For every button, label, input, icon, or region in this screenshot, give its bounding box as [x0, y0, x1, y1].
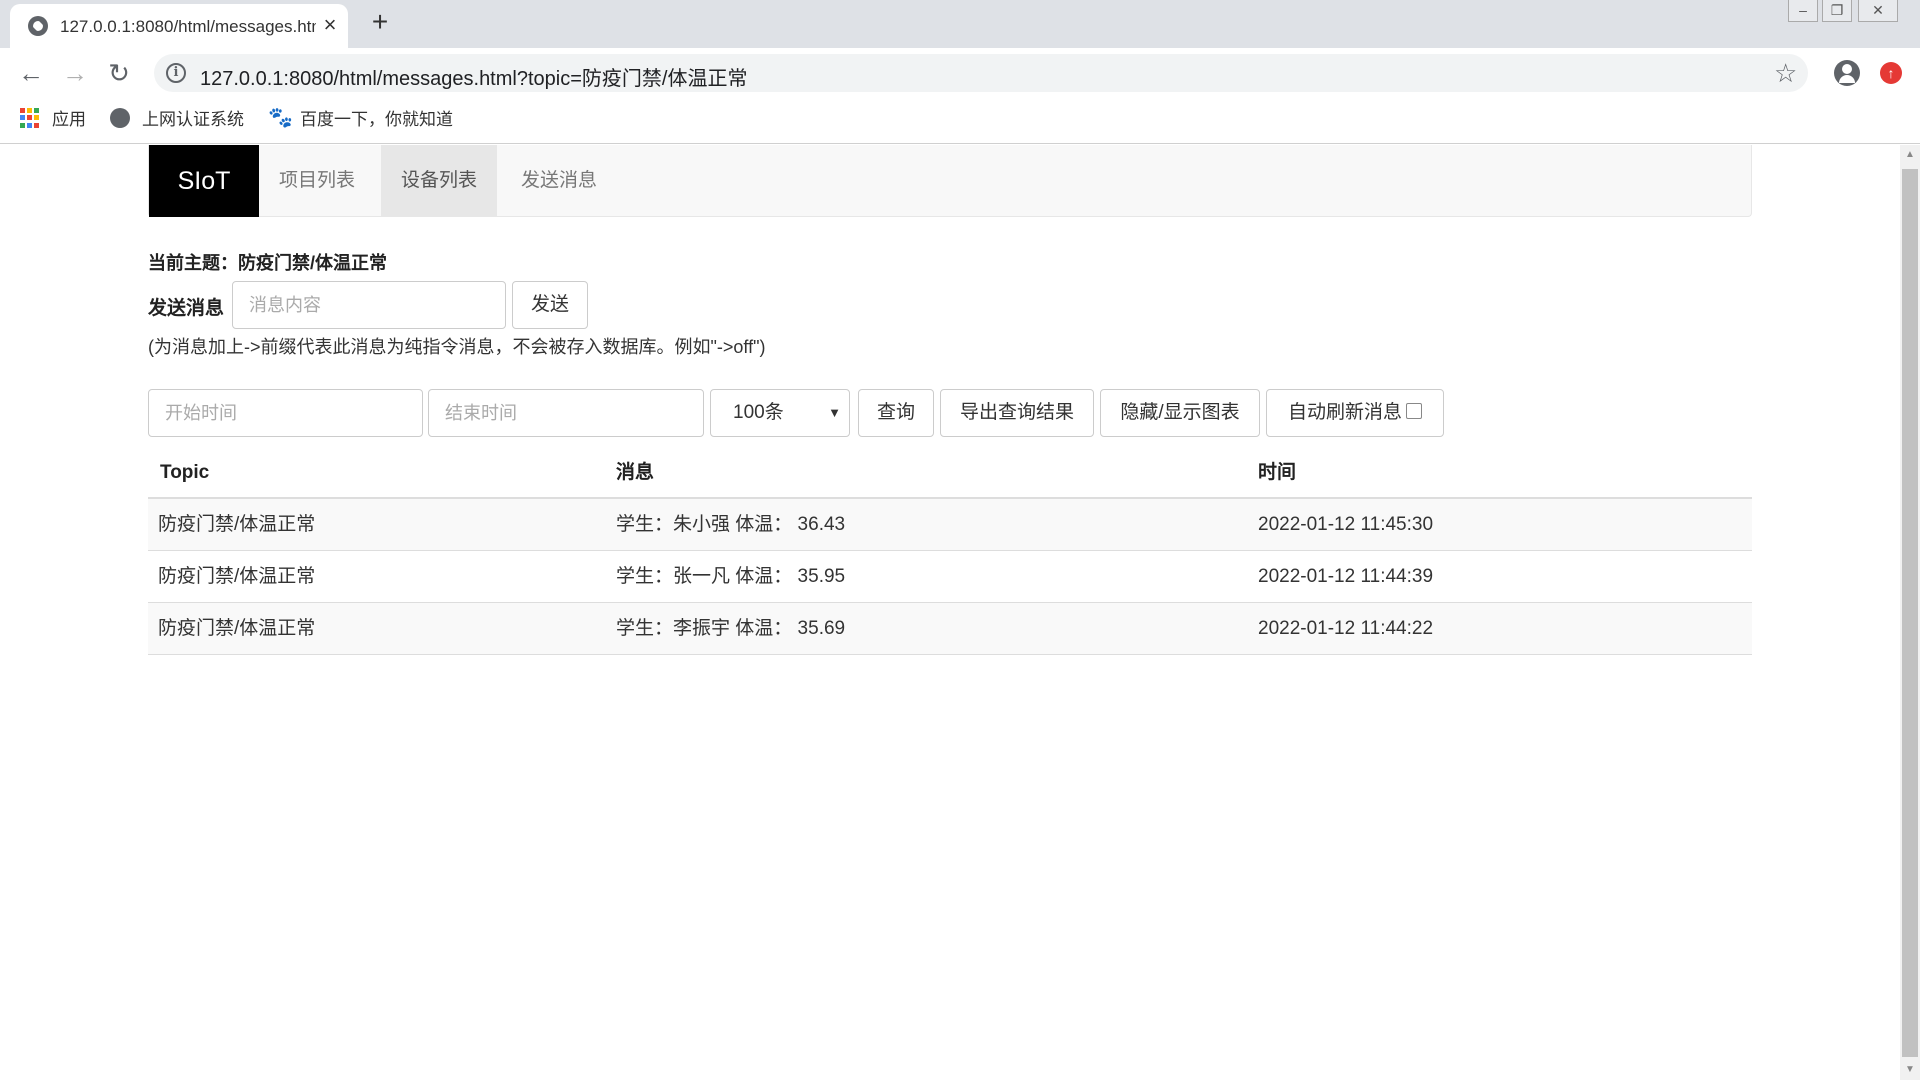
dropdown-arrow-icon: ▼	[828, 405, 841, 420]
close-tab-icon[interactable]: ×	[318, 13, 342, 37]
cell-message: 学生：张一凡 体温： 35.95	[616, 566, 846, 587]
bookmark-baidu[interactable]: 百度一下，你就知道	[300, 108, 453, 132]
browser-tab[interactable]: 127.0.0.1:8080/html/messages.html ×	[10, 4, 348, 48]
reload-icon[interactable]: ↻	[104, 58, 134, 88]
bookmark-star-icon[interactable]: ☆	[1774, 59, 1797, 87]
column-header-topic[interactable]: Topic	[160, 447, 209, 499]
nav-item-send-message[interactable]: 发送消息	[501, 145, 617, 217]
limit-select-value: 100条	[733, 402, 784, 423]
table-row[interactable]: 防疫门禁/体温正常 学生：朱小强 体温： 36.43 2022-01-12 11…	[148, 499, 1752, 551]
bookmark-apps[interactable]: 应用	[52, 108, 86, 132]
start-time-input[interactable]	[148, 389, 423, 437]
messages-table: Topic 消息 时间 防疫门禁/体温正常 学生：朱小强 体温： 36.43 2…	[148, 447, 1752, 655]
globe-icon	[110, 108, 130, 128]
end-time-input[interactable]	[428, 389, 704, 437]
send-button[interactable]: 发送	[512, 281, 588, 329]
auto-refresh-label: 自动刷新消息	[1287, 402, 1402, 423]
cell-message: 学生：朱小强 体温： 36.43	[616, 514, 846, 535]
send-hint: (为消息加上->前缀代表此消息为纯指令消息，不会被存入数据库。例如"->off"…	[148, 337, 766, 357]
bookmarks-bar: 应用 上网认证系统 🐾 百度一下，你就知道	[0, 98, 1920, 144]
address-bar[interactable]: i 127.0.0.1:8080/html/messages.html?topi…	[154, 54, 1808, 92]
query-button[interactable]: 查询	[858, 389, 934, 437]
column-header-time[interactable]: 时间	[1258, 447, 1296, 499]
auto-refresh-checkbox[interactable]	[1406, 403, 1422, 419]
cell-time: 2022-01-12 11:44:39	[1258, 566, 1434, 587]
cell-message: 学生：李振宇 体温： 35.69	[616, 618, 846, 639]
page-scrollbar[interactable]: ▲ ▼	[1900, 145, 1920, 1080]
table-row[interactable]: 防疫门禁/体温正常 学生：张一凡 体温： 35.95 2022-01-12 11…	[148, 551, 1752, 603]
url-text[interactable]: 127.0.0.1:8080/html/messages.html?topic=…	[200, 62, 747, 91]
back-arrow-icon[interactable]: ←	[16, 58, 46, 88]
site-navbar: SIoT 项目列表 设备列表 发送消息	[148, 145, 1752, 217]
table-header: Topic 消息 时间	[148, 447, 1752, 499]
brand-logo[interactable]: SIoT	[149, 145, 259, 217]
browser-toolbar: ← → ↻ i 127.0.0.1:8080/html/messages.htm…	[0, 48, 1920, 98]
minimize-window-icon[interactable]: –	[1788, 0, 1818, 22]
cell-time: 2022-01-12 11:45:30	[1258, 514, 1434, 535]
scroll-up-arrow-icon[interactable]: ▲	[1900, 145, 1920, 165]
site-favicon-icon	[28, 16, 48, 36]
auto-refresh-toggle[interactable]: 自动刷新消息	[1266, 389, 1444, 437]
nav-item-devices[interactable]: 设备列表	[381, 145, 498, 217]
forward-arrow-icon[interactable]: →	[60, 58, 90, 88]
update-badge-icon[interactable]: ↑	[1880, 62, 1902, 84]
message-content-input[interactable]	[232, 281, 506, 329]
cell-topic: 防疫门禁/体温正常	[158, 618, 316, 639]
nav-item-projects[interactable]: 项目列表	[259, 145, 375, 217]
restore-window-icon[interactable]: ❐	[1822, 0, 1852, 22]
cell-time: 2022-01-12 11:44:22	[1258, 618, 1434, 639]
baidu-paw-icon: 🐾	[268, 107, 293, 129]
cell-topic: 防疫门禁/体温正常	[158, 514, 316, 535]
scrollbar-thumb[interactable]	[1902, 169, 1918, 1057]
table-row[interactable]: 防疫门禁/体温正常 学生：李振宇 体温： 35.69 2022-01-12 11…	[148, 603, 1752, 655]
cell-topic: 防疫门禁/体温正常	[158, 566, 316, 587]
toggle-chart-button[interactable]: 隐藏/显示图表	[1100, 389, 1260, 437]
page-content: SIoT 项目列表 设备列表 发送消息 当前主题：防疫门禁/体温正常 发送消息 …	[0, 145, 1900, 1080]
profile-avatar-icon[interactable]	[1834, 60, 1860, 86]
new-tab-icon[interactable]: +	[366, 8, 394, 36]
limit-select[interactable]: 100条 ▼	[710, 389, 850, 437]
site-info-icon[interactable]: i	[166, 63, 186, 83]
apps-grid-icon[interactable]	[20, 108, 40, 128]
scroll-down-arrow-icon[interactable]: ▼	[1900, 1060, 1920, 1080]
tab-title: 127.0.0.1:8080/html/messages.html	[60, 17, 316, 36]
export-results-button[interactable]: 导出查询结果	[940, 389, 1094, 437]
bookmark-auth-system[interactable]: 上网认证系统	[142, 108, 244, 132]
current-topic: 当前主题：防疫门禁/体温正常	[148, 253, 387, 273]
column-header-message[interactable]: 消息	[616, 447, 654, 499]
close-window-icon[interactable]: ✕	[1858, 0, 1898, 22]
send-message-label: 发送消息	[148, 298, 225, 319]
browser-tab-strip: 127.0.0.1:8080/html/messages.html × + – …	[0, 0, 1920, 48]
